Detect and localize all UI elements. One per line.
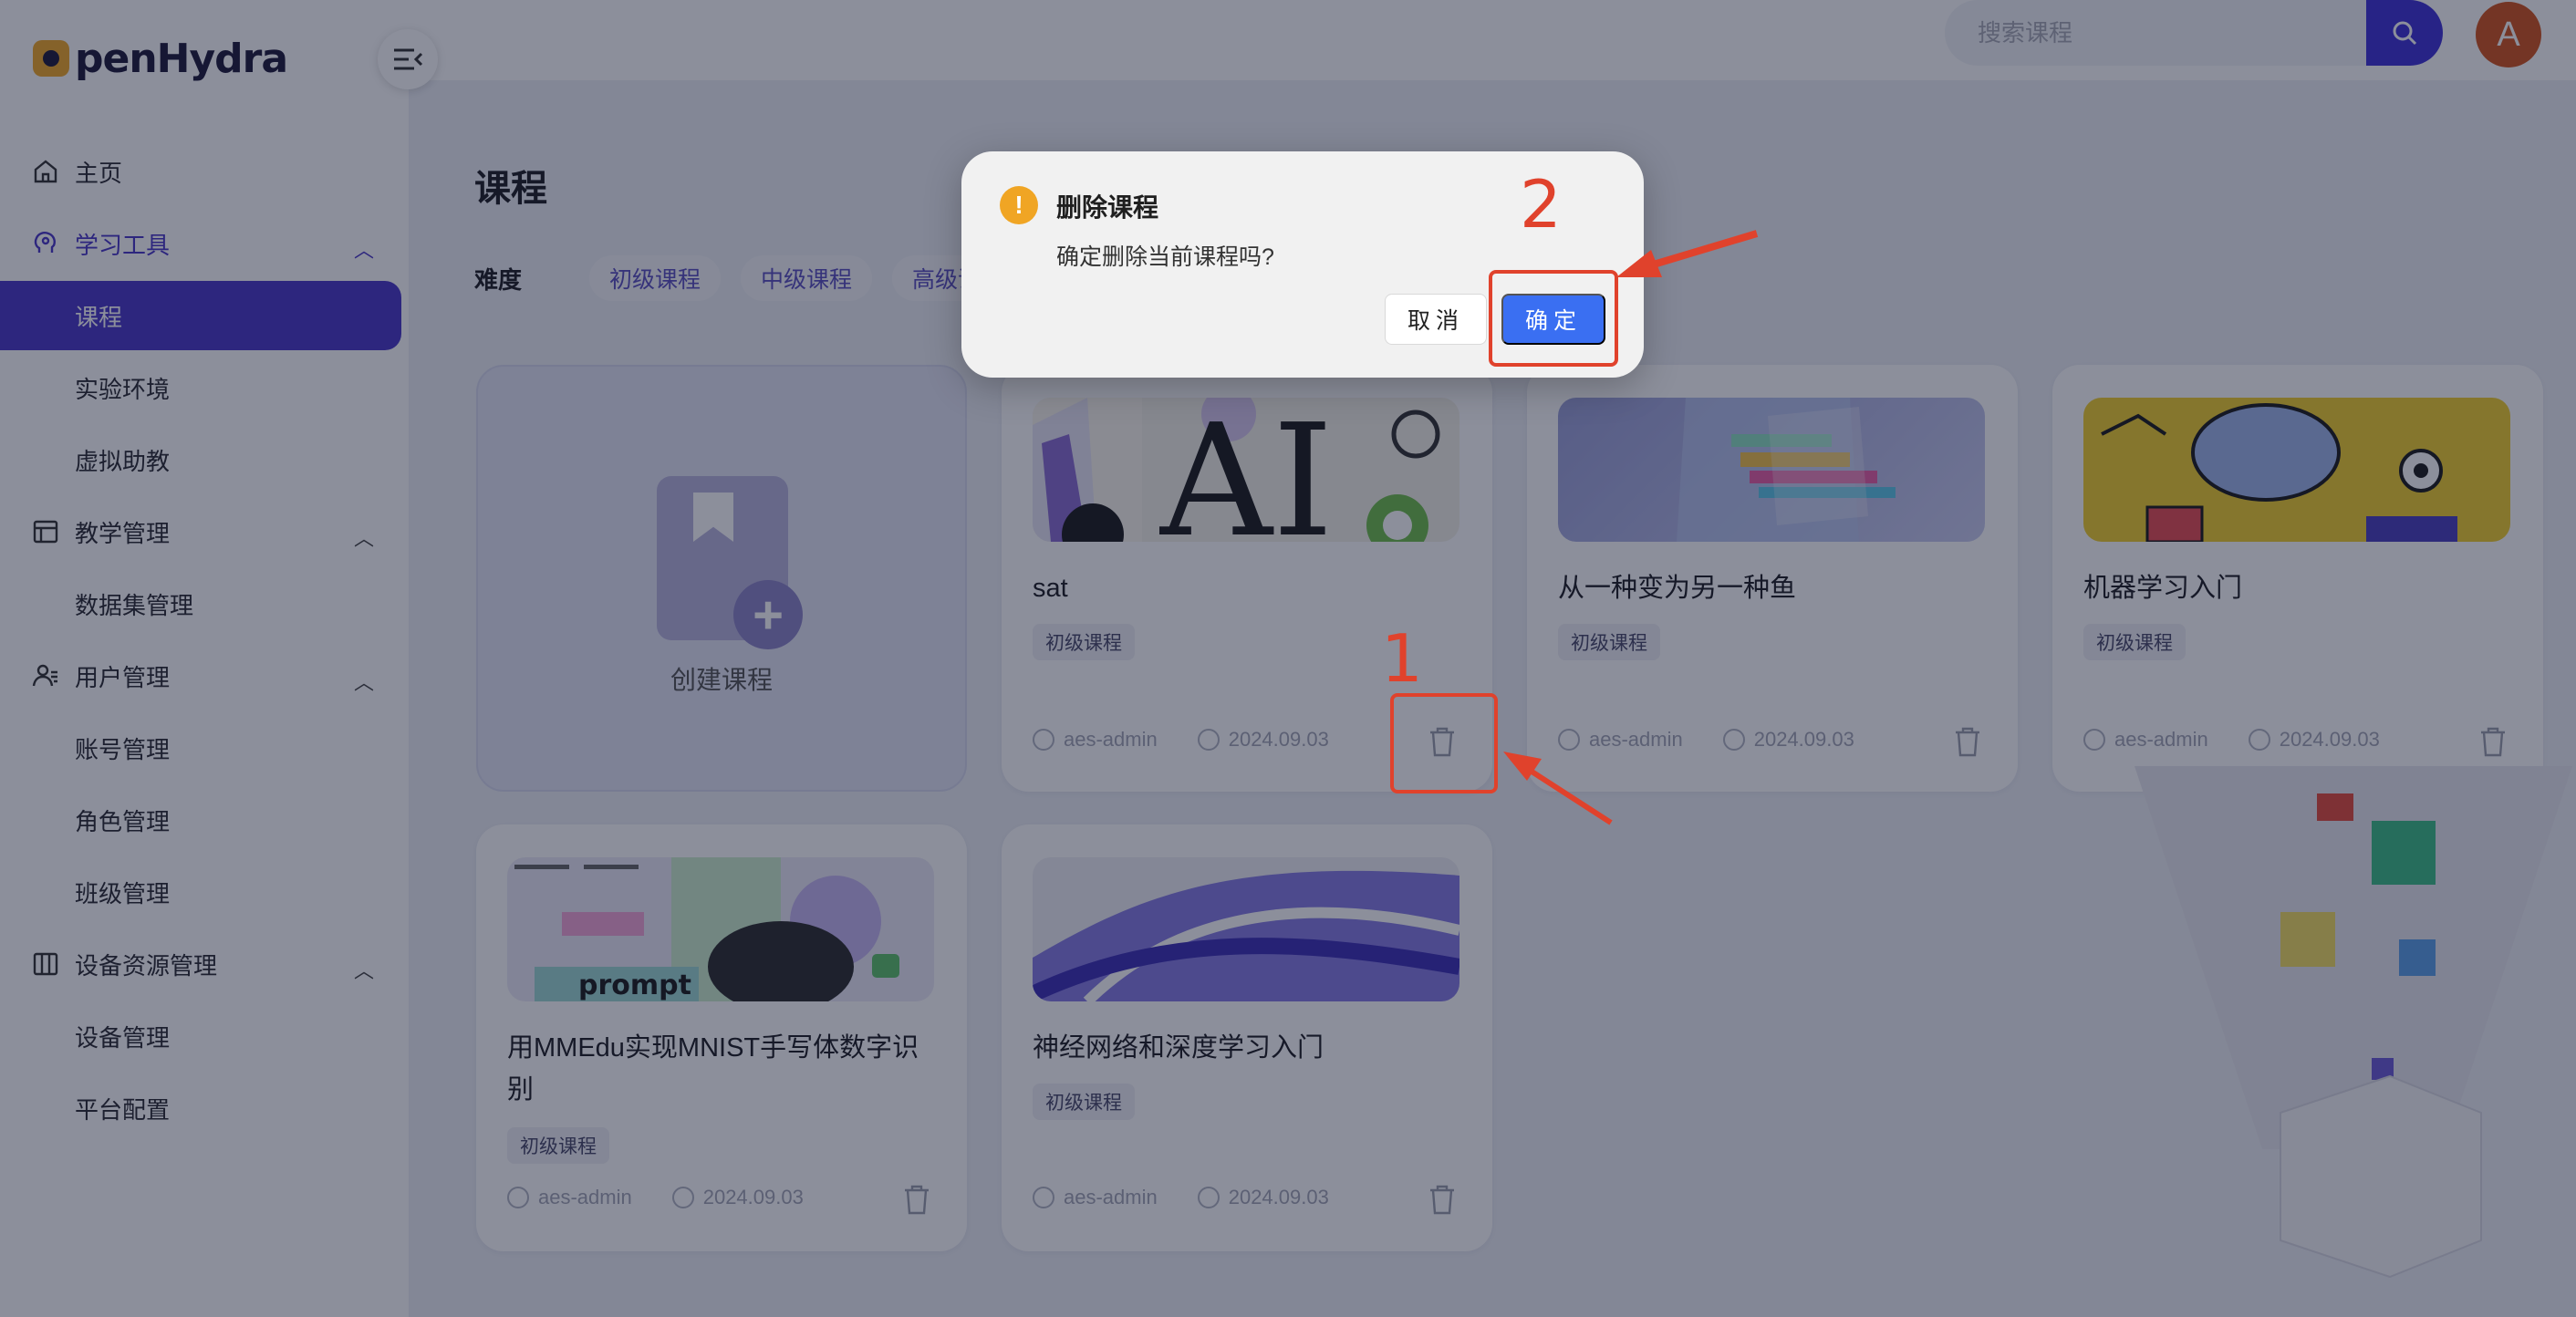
- annotation-box-1: [1390, 693, 1498, 793]
- warning-icon: !: [1000, 186, 1038, 224]
- annotation-box-2: [1489, 270, 1618, 367]
- dialog-title: 删除课程: [1056, 193, 1159, 222]
- annotation-step-2: 2: [1520, 166, 1562, 243]
- annotation-arrow-2: [1616, 230, 1759, 277]
- cancel-button[interactable]: 取消: [1385, 294, 1487, 345]
- annotation-step-1: 1: [1381, 620, 1423, 697]
- annotation-arrow-1: [1503, 752, 1613, 825]
- dialog-message: 确定删除当前课程吗?: [1056, 244, 1274, 270]
